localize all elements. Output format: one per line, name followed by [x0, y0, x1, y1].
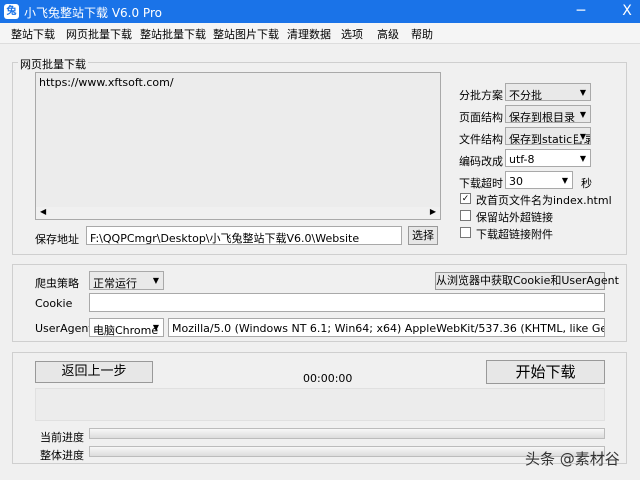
timeout-combo[interactable]: 30 ▼	[505, 171, 573, 189]
elapsed-time: 00:00:00	[303, 372, 353, 385]
watermark-text: 头条 @素材谷	[525, 450, 620, 468]
current-progress-bar	[89, 428, 605, 439]
url-list-text: https://www.xftsoft.com/	[39, 76, 174, 89]
log-area	[35, 388, 605, 421]
batch-scheme-value: 不分批	[509, 89, 542, 101]
page-structure-value: 保存到根目录	[509, 111, 575, 123]
total-progress-label: 整体进度	[40, 449, 84, 462]
rename-index-label: 改首页文件名为index.html	[476, 194, 612, 207]
menu-bar: 整站下载 网页批量下载 整站批量下载 整站图片下载 清理数据 选项 高级 帮助	[0, 23, 640, 44]
group-title: 网页批量下载	[18, 56, 88, 72]
download-attachments-checkbox[interactable]	[460, 227, 471, 238]
window-title: 小飞兔整站下载 V6.0 Pro	[24, 6, 162, 20]
current-progress-label: 当前进度	[40, 431, 84, 444]
close-button[interactable]: X	[612, 0, 640, 23]
chevron-down-icon: ▼	[152, 276, 159, 285]
ua-device-select[interactable]: 电脑Chrome ▼	[89, 318, 164, 337]
url-list-textarea[interactable]: https://www.xftsoft.com/	[35, 72, 441, 220]
strategy-value: 正常运行	[93, 277, 137, 290]
batch-scheme-select[interactable]: 不分批 ▼	[505, 83, 591, 101]
title-bar: 兔 小飞兔整站下载 V6.0 Pro ─ X	[0, 0, 640, 23]
cookie-label: Cookie	[35, 297, 73, 310]
menu-advanced[interactable]: 高级	[377, 26, 399, 42]
menu-options[interactable]: 选项	[341, 26, 363, 42]
menu-site-download[interactable]: 整站下载	[11, 26, 55, 42]
timeout-label: 下载超时	[459, 177, 503, 190]
file-structure-select[interactable]: 保存到static目录 ▼	[505, 127, 591, 145]
encoding-value: utf-8	[509, 153, 535, 166]
scroll-right-icon[interactable]: ▶	[430, 207, 436, 216]
save-path-input[interactable]: F:\QQPCmgr\Desktop\小飞兔整站下载V6.0\Website	[86, 226, 402, 245]
page-structure-select[interactable]: 保存到根目录 ▼	[505, 105, 591, 123]
chevron-down-icon: ▼	[152, 323, 159, 332]
chevron-down-icon: ▼	[579, 154, 586, 163]
keep-external-links-checkbox[interactable]	[460, 210, 471, 221]
batch-scheme-label: 分批方案	[459, 89, 503, 102]
horizontal-scrollbar[interactable]: ◀ ▶	[35, 207, 441, 220]
timeout-value: 30	[509, 175, 523, 188]
rabbit-app-icon: 兔	[4, 4, 19, 19]
chevron-down-icon: ▼	[577, 132, 586, 141]
chevron-down-icon: ▼	[579, 110, 586, 119]
rename-index-checkbox[interactable]: ✓	[460, 193, 471, 204]
page-structure-label: 页面结构	[459, 111, 503, 124]
download-attachments-label: 下载超链接附件	[476, 228, 553, 241]
get-cookie-button[interactable]: 从浏览器中获取Cookie和UserAgent	[435, 272, 619, 290]
choose-path-button[interactable]: 选择	[408, 226, 438, 245]
menu-page-batch[interactable]: 网页批量下载	[66, 26, 132, 42]
strategy-label: 爬虫策略	[35, 277, 79, 290]
keep-external-links-label: 保留站外超链接	[476, 211, 553, 224]
encoding-combo[interactable]: utf-8 ▼	[505, 149, 591, 167]
menu-help[interactable]: 帮助	[411, 26, 433, 42]
minimize-button[interactable]: ─	[566, 0, 596, 23]
scroll-left-icon[interactable]: ◀	[40, 207, 46, 216]
menu-image-download[interactable]: 整站图片下载	[213, 26, 279, 42]
cookie-input[interactable]	[89, 293, 605, 312]
timeout-unit: 秒	[581, 177, 592, 190]
back-button[interactable]: 返回上一步	[35, 361, 153, 383]
menu-clean-data[interactable]: 清理数据	[287, 26, 331, 42]
useragent-input[interactable]: Mozilla/5.0 (Windows NT 6.1; Win64; x64)…	[168, 318, 605, 337]
strategy-select[interactable]: 正常运行 ▼	[89, 271, 164, 290]
chevron-down-icon: ▼	[579, 88, 586, 97]
chevron-down-icon: ▼	[561, 176, 568, 185]
file-structure-label: 文件结构	[459, 133, 503, 146]
encoding-label: 编码改成	[459, 155, 503, 168]
useragent-label: UserAgent	[35, 322, 93, 335]
save-path-label: 保存地址	[35, 233, 79, 246]
menu-site-batch[interactable]: 整站批量下载	[140, 26, 206, 42]
start-download-button[interactable]: 开始下载	[486, 360, 605, 384]
ua-device-value: 电脑Chrome	[93, 324, 159, 337]
